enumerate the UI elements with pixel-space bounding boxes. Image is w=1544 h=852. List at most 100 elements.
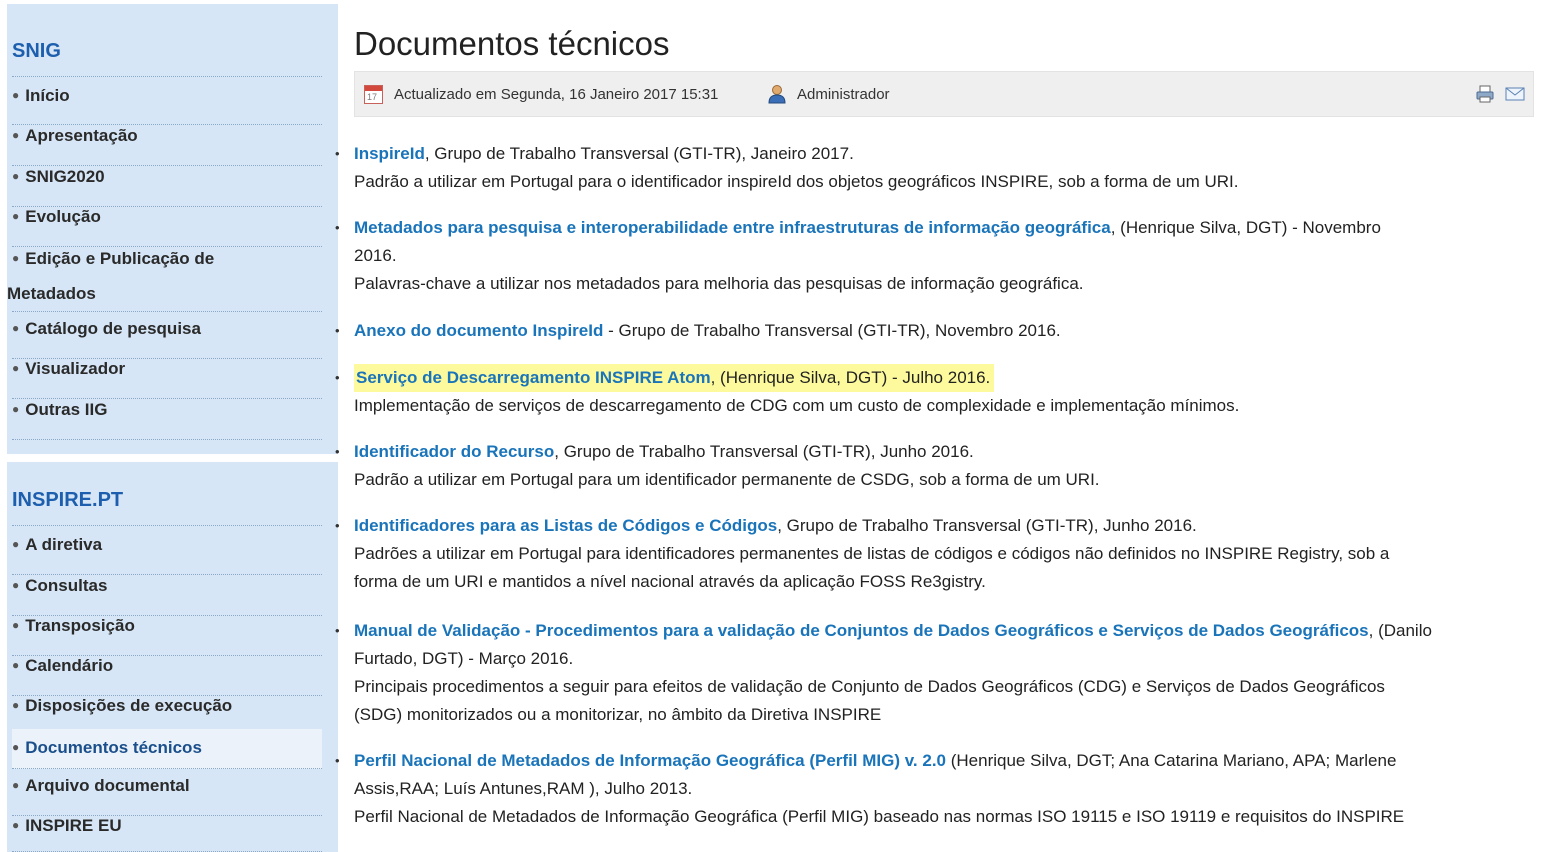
document-meta: , Grupo de Trabalho Transversal (GTI-TR)… xyxy=(424,144,854,163)
bullet-icon: • xyxy=(335,753,340,768)
document-description: (SDG) monitorizados ou a monitorizar, no… xyxy=(354,705,882,724)
list-item: • Metadados para pesquisa e interoperabi… xyxy=(335,214,1534,298)
sidebar-item-label: Outras IIG xyxy=(25,400,108,419)
bullet-icon: ● xyxy=(12,740,20,754)
module-rule xyxy=(12,76,322,77)
sidebar-item-label: INSPIRE EU xyxy=(25,816,122,835)
document-link[interactable]: Serviço de Descarregamento INSPIRE Atom xyxy=(356,368,711,387)
list-item: • Serviço de Descarregamento INSPIRE Ato… xyxy=(335,364,1534,420)
bullet-icon: ● xyxy=(12,618,20,632)
document-meta: , Grupo de Trabalho Transversal (GTI-TR)… xyxy=(777,516,1197,535)
sidebar-item-label: Edição e Publicação de xyxy=(25,249,215,268)
sidebar-item-arquivo[interactable]: ● Arquivo documental xyxy=(12,776,322,816)
document-meta: , (Henrique Silva, DGT) - Novembro xyxy=(1110,218,1381,237)
updated-date: Actualizado em Segunda, 16 Janeiro 2017 … xyxy=(394,86,719,103)
bullet-icon: ● xyxy=(12,88,20,102)
document-meta: 2016. xyxy=(354,246,397,265)
document-meta: Furtado, DGT) - Março 2016. xyxy=(354,649,574,668)
calendar-icon: 17 xyxy=(364,85,383,104)
document-description: Palavras-chave a utilizar nos metadados … xyxy=(354,274,1084,293)
document-link[interactable]: InspireId xyxy=(354,144,425,163)
sidebar-item-label: Disposições de execução xyxy=(25,696,233,715)
bullet-icon: ● xyxy=(12,169,20,183)
highlighted-entry: Serviço de Descarregamento INSPIRE Atom,… xyxy=(354,364,995,392)
bullet-icon: ● xyxy=(12,128,20,142)
sidebar-item-label: Consultas xyxy=(25,576,108,595)
sidebar-item-label: Metadados xyxy=(7,284,96,303)
document-link[interactable]: Manual de Validação - Procedimentos para… xyxy=(354,621,1369,640)
sidebar-item-transposicao[interactable]: ● Transposição xyxy=(12,616,322,656)
author-name: Administrador xyxy=(797,86,890,103)
bullet-icon: ● xyxy=(12,818,20,832)
document-description: Implementação de serviços de descarregam… xyxy=(354,396,1240,415)
bullet-icon: ● xyxy=(12,321,20,335)
document-description: Padrões a utilizar em Portugal para iden… xyxy=(354,544,1390,563)
bullet-icon: ● xyxy=(12,778,20,792)
sidebar-item-consultas[interactable]: ● Consultas xyxy=(12,576,322,616)
bullet-icon: ● xyxy=(12,251,20,265)
sidebar-item-inicio[interactable]: ● Início xyxy=(12,86,322,125)
bullet-icon: ● xyxy=(12,209,20,223)
sidebar-item-label: Evolução xyxy=(25,207,101,226)
article-meta-bar: 17 Actualizado em Segunda, 16 Janeiro 20… xyxy=(354,71,1534,117)
sidebar-item-label: A diretiva xyxy=(25,535,103,554)
list-item: • Anexo do documento InspireId - Grupo d… xyxy=(335,317,1534,345)
user-icon xyxy=(768,85,786,104)
document-meta: - Grupo de Trabalho Transversal (GTI-TR)… xyxy=(603,321,1061,340)
inspire-module-title: INSPIRE.PT xyxy=(12,489,124,511)
list-item: • Perfil Nacional de Metadados de Inform… xyxy=(335,747,1534,831)
snig-module-title: SNIG xyxy=(12,40,61,62)
sidebar-item-catalogo[interactable]: ● Catálogo de pesquisa xyxy=(12,319,322,359)
sidebar-item-snig2020[interactable]: ● SNIG2020 xyxy=(12,167,322,207)
bullet-icon: • xyxy=(335,220,340,235)
bullet-icon: • xyxy=(335,444,340,459)
document-link[interactable]: Identificador do Recurso xyxy=(354,442,554,461)
document-meta: Assis,RAA; Luís Antunes,RAM ), Julho 201… xyxy=(354,779,693,798)
bullet-icon: ● xyxy=(12,537,20,551)
sidebar-item-label: Arquivo documental xyxy=(25,776,190,795)
list-item: • Identificador do Recurso, Grupo de Tra… xyxy=(335,438,1534,494)
document-description: forma de um URI e mantidos a nível nacio… xyxy=(354,572,986,591)
document-link[interactable]: Perfil Nacional de Metadados de Informaç… xyxy=(354,751,946,770)
list-item: • Manual de Validação - Procedimentos pa… xyxy=(335,617,1534,729)
sidebar-item-label: Visualizador xyxy=(25,359,126,378)
sidebar-item-inspire-eu[interactable]: ● INSPIRE EU xyxy=(12,816,322,852)
document-meta: (Henrique Silva, DGT; Ana Catarina Maria… xyxy=(946,751,1397,770)
bullet-icon: ● xyxy=(12,658,20,672)
document-meta: , (Danilo xyxy=(1368,621,1432,640)
sidebar-item-calendario[interactable]: ● Calendário xyxy=(12,656,322,696)
sidebar-item-label: Apresentação xyxy=(25,126,138,145)
bullet-icon: ● xyxy=(12,361,20,375)
document-meta: , Grupo de Trabalho Transversal (GTI-TR)… xyxy=(554,442,974,461)
sidebar-item-label: Início xyxy=(25,86,70,105)
bullet-icon: • xyxy=(335,370,340,385)
bullet-icon: ● xyxy=(12,698,20,712)
document-link[interactable]: Anexo do documento InspireId xyxy=(354,321,603,340)
sidebar-item-edicao-metadados[interactable]: ● Edição e Publicação de Metadados xyxy=(7,242,322,312)
module-separator xyxy=(7,454,338,462)
module-rule xyxy=(12,525,322,526)
sidebar-item-outras-iig[interactable]: ● Outras IIG xyxy=(12,400,322,440)
document-description: Padrão a utilizar em Portugal para o ide… xyxy=(354,172,1239,191)
email-icon[interactable] xyxy=(1505,86,1525,102)
sidebar-item-apresentacao[interactable]: ● Apresentação xyxy=(12,126,322,166)
sidebar-item-visualizador[interactable]: ● Visualizador xyxy=(12,359,322,399)
bullet-icon: • xyxy=(335,146,340,161)
document-description: Padrão a utilizar em Portugal para um id… xyxy=(354,470,1100,489)
bullet-icon: ● xyxy=(12,402,20,416)
document-description: Principais procedimentos a seguir para e… xyxy=(354,677,1385,696)
page-title: Documentos técnicos xyxy=(354,25,670,62)
sidebar-item-label: Catálogo de pesquisa xyxy=(25,319,201,338)
sidebar-item-label: SNIG2020 xyxy=(25,167,105,186)
document-link[interactable]: Identificadores para as Listas de Código… xyxy=(354,516,777,535)
sidebar-item-label: Transposição xyxy=(25,616,135,635)
print-icon[interactable] xyxy=(1475,84,1495,104)
sidebar-item-documentos-tecnicos[interactable]: ● Documentos técnicos xyxy=(12,729,322,769)
sidebar: SNIG ● Início ● Apresentação ● SNIG2020 ● Ev… xyxy=(7,4,338,852)
sidebar-item-label: Calendário xyxy=(25,656,114,675)
sidebar-item-a-diretiva[interactable]: ● A diretiva xyxy=(12,535,322,575)
document-link[interactable]: Metadados para pesquisa e interoperabili… xyxy=(354,218,1111,237)
list-item: • InspireId, Grupo de Trabalho Transvers… xyxy=(335,140,1534,196)
sidebar-item-evolucao[interactable]: ● Evolução xyxy=(12,207,322,247)
document-meta: , (Henrique Silva, DGT) - Julho 2016. xyxy=(710,368,991,387)
